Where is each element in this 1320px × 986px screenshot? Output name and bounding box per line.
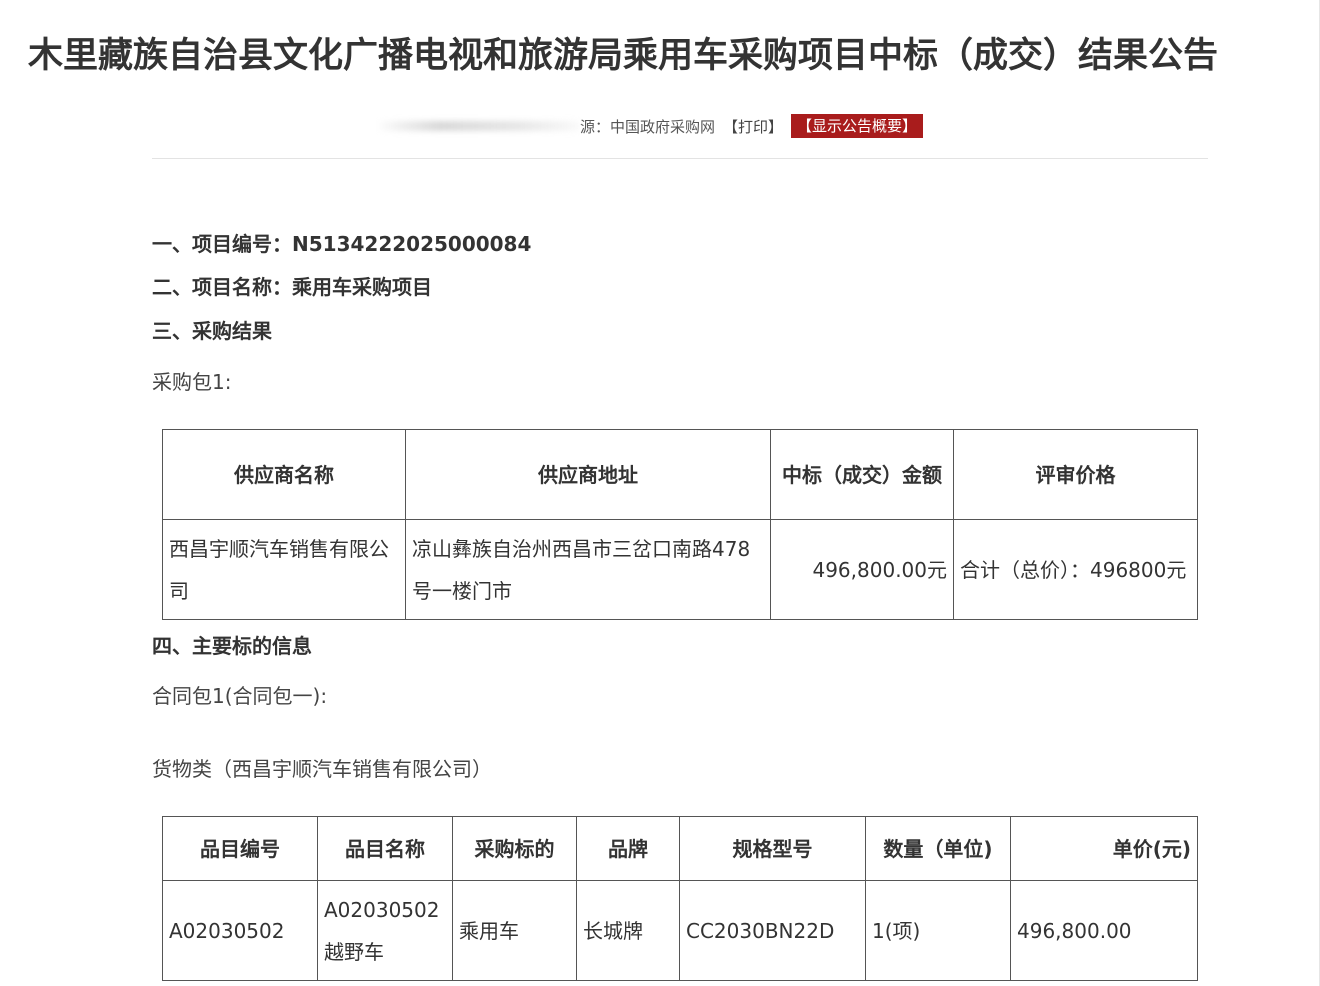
goods-table-header: 品目编号 品目名称 采购标的 品牌 规格型号 数量（单位) 单价(元) xyxy=(162,816,1198,881)
header-unit-price: 单价(元) xyxy=(1010,816,1198,881)
header-supplier-address: 供应商地址 xyxy=(405,429,771,520)
header-divider xyxy=(152,158,1208,159)
page-title: 木里藏族自治县文化广播电视和旅游局乘用车采购项目中标（成交）结果公告 xyxy=(28,36,1219,76)
cell-supplier-address: 凉山彝族自治州西昌市三岔口南路478号一楼门市 xyxy=(405,519,771,620)
header-review-price: 评审价格 xyxy=(953,429,1198,520)
header-model: 规格型号 xyxy=(679,816,866,881)
table-row: 西昌宇顺汽车销售有限公司 凉山彝族自治州西昌市三岔口南路478号一楼门市 496… xyxy=(162,519,1198,620)
cell-item-code: A02030502 xyxy=(162,880,318,981)
header-quantity: 数量（单位) xyxy=(865,816,1011,881)
source-label: 源： xyxy=(580,117,611,136)
cell-bid-amount: 496,800.00元 xyxy=(770,519,954,620)
blurred-publish-info xyxy=(380,121,580,131)
cell-brand: 长城牌 xyxy=(576,880,680,981)
section-procurement-result: 三、采购结果 xyxy=(152,319,272,343)
result-table-header: 供应商名称 供应商地址 中标（成交）金额 评审价格 xyxy=(162,429,1198,520)
section-main-info: 四、主要标的信息 xyxy=(152,634,312,658)
print-button[interactable]: 【打印】 xyxy=(723,116,783,137)
announcement-meta-bar: 源： 中国政府采购网 【打印】 【显示公告概要】 xyxy=(380,113,924,139)
table-row: A02030502 A02030502越野车 乘用车 长城牌 CC2030BN2… xyxy=(162,880,1198,981)
section-project-number: 一、项目编号：N5134222025000084 xyxy=(152,232,532,256)
cell-procurement-object: 乘用车 xyxy=(452,880,577,981)
goods-table: 品目编号 品目名称 采购标的 品牌 规格型号 数量（单位) 单价(元) A020… xyxy=(162,816,1198,981)
result-table: 供应商名称 供应商地址 中标（成交）金额 评审价格 西昌宇顺汽车销售有限公司 凉… xyxy=(162,429,1198,620)
header-supplier-name: 供应商名称 xyxy=(162,429,406,520)
header-procurement-object: 采购标的 xyxy=(452,816,577,881)
header-brand: 品牌 xyxy=(576,816,680,881)
header-item-code: 品目编号 xyxy=(162,816,318,881)
package-label: 采购包1: xyxy=(152,370,232,394)
show-summary-button[interactable]: 【显示公告概要】 xyxy=(791,114,924,138)
cell-review-price: 合计（总价）：496800元 xyxy=(953,519,1198,620)
contract-package-label: 合同包1(合同包一): xyxy=(152,684,328,708)
cell-item-name: A02030502越野车 xyxy=(317,880,453,981)
cell-unit-price: 496,800.00 xyxy=(1010,880,1198,981)
header-item-name: 品目名称 xyxy=(317,816,453,881)
cell-supplier-name: 西昌宇顺汽车销售有限公司 xyxy=(162,519,406,620)
goods-category-label: 货物类（西昌宇顺汽车销售有限公司） xyxy=(152,757,492,781)
cell-quantity: 1(项) xyxy=(865,880,1011,981)
header-bid-amount: 中标（成交）金额 xyxy=(770,429,954,520)
cell-model: CC2030BN22D xyxy=(679,880,866,981)
section-project-name: 二、项目名称：乘用车采购项目 xyxy=(152,275,432,299)
source-link[interactable]: 中国政府采购网 xyxy=(610,116,715,137)
